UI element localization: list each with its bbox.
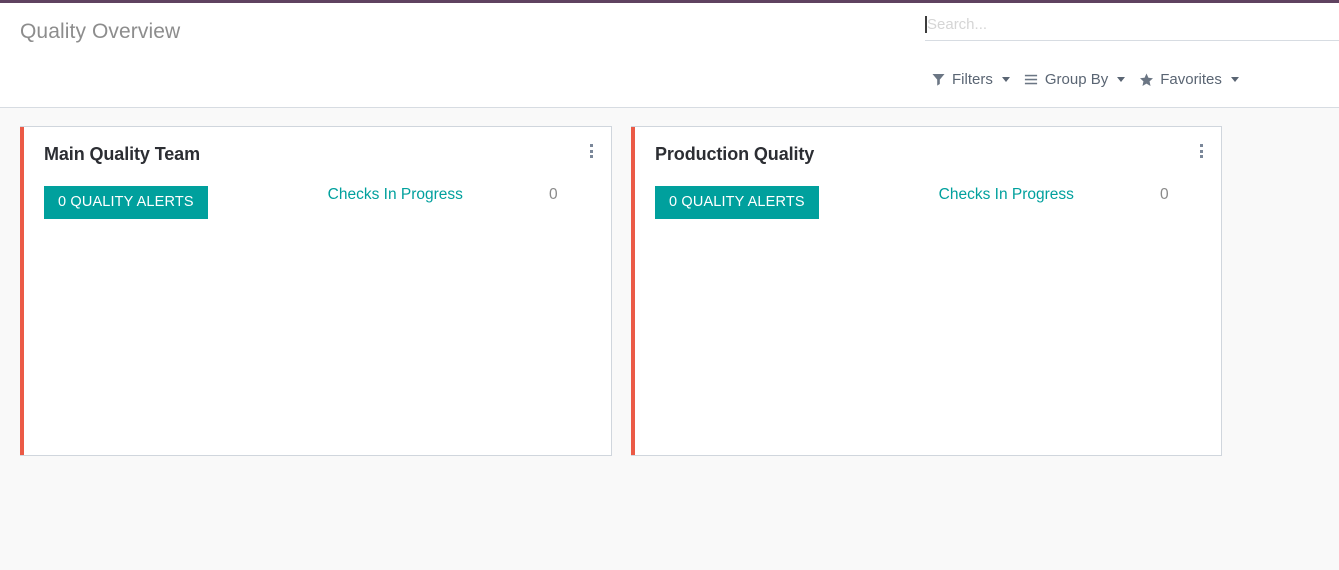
filter-controls: Filters Group By Favorites (925, 67, 1247, 92)
star-icon (1139, 72, 1154, 87)
search-input[interactable] (927, 13, 1339, 36)
chevron-down-icon (1230, 77, 1239, 82)
card-body: Main Quality Team 0 QUALITY ALERTS Check… (24, 127, 611, 455)
card-stats: Checks In Progress 0 (328, 186, 558, 204)
checks-in-progress-value: 0 (549, 186, 558, 203)
card-content: 0 QUALITY ALERTS Checks In Progress 0 (44, 186, 597, 220)
card-stats: Checks In Progress 0 (939, 186, 1169, 204)
kanban-board: Main Quality Team 0 QUALITY ALERTS Check… (0, 108, 1339, 570)
breadcrumb[interactable]: Quality Overview (20, 20, 180, 44)
filters-label: Filters (952, 71, 993, 88)
card-body: Production Quality 0 QUALITY ALERTS Chec… (635, 127, 1221, 455)
search-row[interactable] (925, 13, 1339, 41)
search-area (925, 13, 1339, 41)
chevron-down-icon (1001, 77, 1010, 82)
filter-funnel-icon (931, 72, 946, 87)
group-by-dropdown-button[interactable]: Group By (1018, 67, 1133, 92)
chevron-down-icon (1117, 77, 1126, 82)
card-title: Production Quality (655, 144, 815, 164)
checks-in-progress-value: 0 (1160, 186, 1169, 203)
filters-dropdown-button[interactable]: Filters (925, 67, 1018, 92)
checks-in-progress-link[interactable]: Checks In Progress (939, 186, 1074, 204)
control-panel: Quality Overview Filters (0, 3, 1339, 108)
favorites-label: Favorites (1160, 71, 1222, 88)
favorites-dropdown-button[interactable]: Favorites (1133, 67, 1247, 92)
group-by-label: Group By (1044, 71, 1109, 88)
card-content: 0 QUALITY ALERTS Checks In Progress 0 (655, 186, 1207, 220)
quality-team-card[interactable]: Production Quality 0 QUALITY ALERTS Chec… (631, 126, 1222, 456)
hamburger-lines-icon (1024, 72, 1039, 87)
vertical-ellipsis-icon[interactable] (583, 141, 599, 161)
quality-alerts-button[interactable]: 0 QUALITY ALERTS (655, 186, 819, 220)
quality-alerts-button[interactable]: 0 QUALITY ALERTS (44, 186, 208, 220)
card-title: Main Quality Team (44, 144, 201, 164)
quality-team-card[interactable]: Main Quality Team 0 QUALITY ALERTS Check… (20, 126, 612, 456)
vertical-ellipsis-icon[interactable] (1193, 141, 1209, 161)
checks-in-progress-link[interactable]: Checks In Progress (328, 186, 463, 204)
